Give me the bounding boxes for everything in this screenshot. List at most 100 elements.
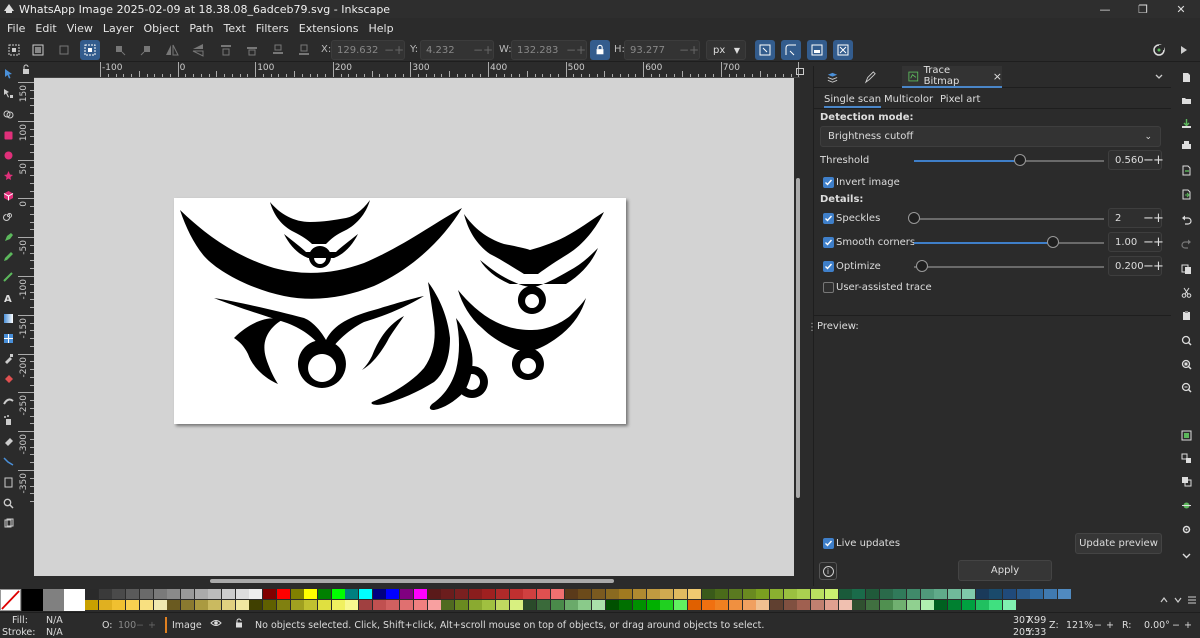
undo-icon[interactable] <box>1179 212 1193 226</box>
move-gradients-icon[interactable] <box>807 40 827 60</box>
smooth-corners-spinbox[interactable]: 1.00 − + <box>1108 232 1164 252</box>
color-swatch[interactable] <box>948 589 962 599</box>
color-swatch[interactable] <box>907 600 920 610</box>
color-swatch[interactable] <box>427 600 441 610</box>
color-swatch[interactable] <box>98 600 112 610</box>
color-swatch[interactable] <box>468 589 482 599</box>
select-all-layers-icon[interactable] <box>28 40 48 60</box>
color-swatch[interactable] <box>482 600 496 610</box>
color-swatch[interactable] <box>331 589 345 599</box>
color-swatch[interactable] <box>454 600 468 610</box>
color-swatch[interactable] <box>605 589 619 599</box>
apply-button[interactable]: Apply <box>958 560 1052 581</box>
eraser-tool-icon[interactable] <box>1 434 15 448</box>
y-increment-icon[interactable]: + <box>483 43 493 57</box>
color-swatch[interactable] <box>989 600 1003 610</box>
color-swatch[interactable] <box>509 589 523 599</box>
3d-box-tool-icon[interactable] <box>1 188 15 202</box>
color-swatch[interactable] <box>290 600 304 610</box>
color-swatch[interactable] <box>372 589 386 599</box>
menu-help[interactable]: Help <box>363 22 398 35</box>
star-tool-icon[interactable] <box>1 168 15 182</box>
zoom-selection-icon[interactable] <box>1179 333 1193 347</box>
color-swatch[interactable] <box>126 600 140 610</box>
w-decrement-icon[interactable]: − <box>566 43 576 57</box>
h-field[interactable]: 93.277 − + <box>624 40 700 60</box>
rotation-value[interactable]: 0.00° <box>1144 620 1170 631</box>
optimize-increment-icon[interactable]: + <box>1153 259 1164 274</box>
color-swatch[interactable] <box>633 600 646 610</box>
color-swatch[interactable] <box>290 589 304 599</box>
canvas-settings-icon[interactable] <box>796 66 804 75</box>
rectangle-tool-icon[interactable] <box>1 128 15 142</box>
color-swatch[interactable] <box>537 600 551 610</box>
color-swatch[interactable] <box>537 589 551 599</box>
no-paint-swatch[interactable] <box>0 589 21 611</box>
color-swatch[interactable] <box>194 600 208 610</box>
w-increment-icon[interactable]: + <box>576 43 586 57</box>
update-preview-button[interactable]: Update preview <box>1075 533 1162 554</box>
open-file-icon[interactable] <box>1179 93 1193 107</box>
clone-icon[interactable] <box>1179 474 1193 488</box>
ellipse-tool-icon[interactable] <box>1 148 15 162</box>
live-updates-label[interactable]: Live updates <box>836 538 900 549</box>
color-swatch[interactable] <box>811 589 825 599</box>
color-swatch[interactable] <box>427 589 441 599</box>
color-swatch[interactable] <box>180 600 194 610</box>
color-swatch[interactable] <box>386 600 400 610</box>
color-swatch[interactable] <box>646 589 660 599</box>
color-swatch[interactable] <box>728 600 742 610</box>
import-icon[interactable] <box>1179 163 1193 177</box>
speckles-checkbox[interactable] <box>823 213 834 224</box>
color-swatch[interactable] <box>605 600 619 610</box>
current-layer-name[interactable]: Image <box>172 620 202 631</box>
color-swatch[interactable] <box>400 600 414 610</box>
zoom-decrement-icon[interactable]: − <box>1094 620 1102 631</box>
color-swatch[interactable] <box>893 600 907 610</box>
color-swatch[interactable] <box>852 600 866 610</box>
tab-single-scan[interactable]: Single scan <box>824 94 882 108</box>
color-swatch[interactable] <box>756 589 770 599</box>
color-swatch[interactable] <box>879 589 893 599</box>
color-swatch[interactable] <box>523 600 537 610</box>
color-swatch[interactable] <box>961 589 975 599</box>
color-swatch[interactable] <box>1030 589 1044 599</box>
optimize-label[interactable]: Optimize <box>836 261 881 272</box>
color-swatch[interactable] <box>838 600 852 610</box>
copy-icon[interactable] <box>1179 262 1193 276</box>
menu-path[interactable]: Path <box>184 22 218 35</box>
connector-tool-icon[interactable] <box>1 454 15 468</box>
layers-tab-icon[interactable] <box>826 69 839 85</box>
color-swatch[interactable] <box>550 589 564 599</box>
palette-menu-icon[interactable] <box>1186 592 1198 608</box>
color-swatch[interactable] <box>660 600 674 610</box>
menu-filters[interactable]: Filters <box>251 22 294 35</box>
measure-tool-icon[interactable] <box>1 516 15 530</box>
scale-stroke-icon[interactable] <box>755 40 775 60</box>
color-swatch[interactable] <box>578 600 592 610</box>
color-swatch[interactable] <box>468 600 482 610</box>
color-swatch[interactable] <box>879 600 893 610</box>
color-swatch[interactable] <box>317 600 331 610</box>
new-document-icon[interactable] <box>1179 70 1193 84</box>
x-decrement-icon[interactable]: − <box>384 43 394 57</box>
paste-icon[interactable] <box>1179 308 1193 322</box>
color-swatch[interactable] <box>742 589 756 599</box>
color-swatch[interactable] <box>591 600 605 610</box>
color-swatch[interactable] <box>167 589 181 599</box>
w-field[interactable]: 132.283 − + <box>511 40 587 60</box>
color-swatch[interactable] <box>687 600 701 610</box>
speckles-increment-icon[interactable]: + <box>1153 211 1164 226</box>
save-icon[interactable] <box>1179 116 1193 130</box>
raise-to-top-icon[interactable] <box>216 40 236 60</box>
horizontal-scroll-thumb[interactable] <box>210 579 614 583</box>
color-swatch[interactable] <box>194 589 208 599</box>
snap-options-icon[interactable] <box>1174 40 1194 60</box>
color-swatch[interactable] <box>153 600 167 610</box>
zoom-page-icon[interactable] <box>1179 380 1193 394</box>
color-swatch[interactable] <box>523 589 537 599</box>
commands-overflow-chevron-icon[interactable] <box>1179 548 1193 562</box>
palette-scroll-up-icon[interactable] <box>1158 592 1170 608</box>
opacity-increment-icon[interactable]: + <box>148 620 156 631</box>
rotate-cw-icon[interactable] <box>136 40 156 60</box>
